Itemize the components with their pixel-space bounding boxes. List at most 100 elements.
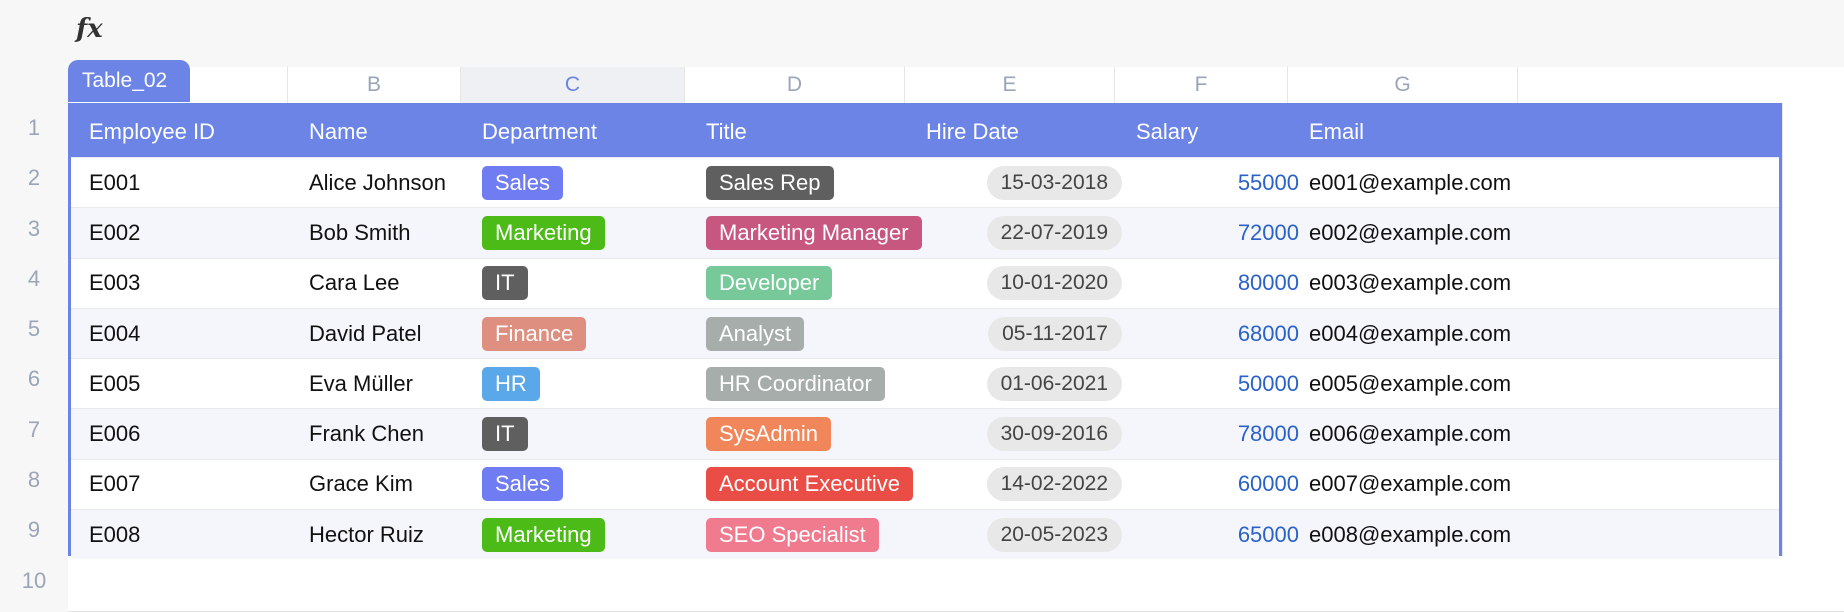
cell-salary[interactable]: 68000 [1136, 309, 1309, 358]
cell-department-tag: IT [482, 417, 528, 452]
cell-department-tag: Marketing [482, 215, 605, 250]
cell-name[interactable]: Cara Lee [309, 259, 482, 308]
row-header[interactable]: 10 [0, 556, 68, 606]
cell-email[interactable]: e007@example.com [1309, 460, 1541, 509]
row-header[interactable]: 1 [0, 103, 68, 153]
row-header[interactable]: 8 [0, 455, 68, 505]
cell-department[interactable]: Finance [482, 309, 706, 358]
cell-title[interactable]: Account Executive [706, 460, 926, 509]
header-cell-name[interactable]: Name [309, 106, 482, 157]
cell-employee-id[interactable]: E007 [89, 460, 309, 509]
cell-hire-date[interactable]: 22-07-2019 [926, 208, 1136, 257]
cell-title-tag: Analyst [706, 316, 805, 351]
cell-email[interactable]: e001@example.com [1309, 158, 1541, 207]
cell-employee-id[interactable]: E004 [89, 309, 309, 358]
table-body: E001 Alice Johnson Sales Sales Rep 15-03-201… [71, 157, 1779, 560]
cell-title-tag: HR Coordinator [706, 366, 885, 401]
cell-title[interactable]: Developer [706, 259, 926, 308]
cell-email[interactable]: e006@example.com [1309, 409, 1541, 458]
cell-department[interactable]: Sales [482, 158, 706, 207]
cell-salary[interactable]: 72000 [1136, 208, 1309, 257]
cell-department[interactable]: Marketing [482, 510, 706, 559]
cell-hire-date[interactable]: 14-02-2022 [926, 460, 1136, 509]
row-header[interactable]: 3 [0, 204, 68, 254]
cell-hire-date[interactable]: 05-11-2017 [926, 309, 1136, 358]
cell-salary[interactable]: 60000 [1136, 460, 1309, 509]
cell-department[interactable]: IT [482, 259, 706, 308]
cell-title[interactable]: HR Coordinator [706, 359, 926, 408]
cell-department[interactable]: Marketing [482, 208, 706, 257]
cell-salary[interactable]: 78000 [1136, 409, 1309, 458]
row-header[interactable]: 5 [0, 304, 68, 354]
column-header-e[interactable]: E [905, 67, 1115, 103]
header-cell-hire-date[interactable]: Hire Date [926, 106, 1136, 157]
row-header[interactable]: 4 [0, 254, 68, 304]
cell-title[interactable]: SysAdmin [706, 409, 926, 458]
column-header-f[interactable]: F [1115, 67, 1288, 103]
cell-title[interactable]: Sales Rep [706, 158, 926, 207]
cell-hire-date[interactable]: 30-09-2016 [926, 409, 1136, 458]
cell-employee-id[interactable]: E001 [89, 158, 309, 207]
cell-name[interactable]: Bob Smith [309, 208, 482, 257]
cell-department-tag: IT [482, 266, 528, 301]
cell-hire-date[interactable]: 01-06-2021 [926, 359, 1136, 408]
column-headers: A B C D E F G [68, 67, 1844, 104]
row-header[interactable]: 9 [0, 505, 68, 555]
cell-employee-id[interactable]: E003 [89, 259, 309, 308]
column-header-d[interactable]: D [685, 67, 905, 103]
data-table: Employee ID Name Department Title Hire D… [68, 103, 1782, 560]
cell-hire-date[interactable]: 10-01-2020 [926, 259, 1136, 308]
table-row: E006 Frank Chen IT SysAdmin 30-09-2016 78000 e… [71, 408, 1779, 459]
table-row: E004 David Patel Finance Analyst 05-11-2017 6… [71, 307, 1779, 359]
cell-department-tag: Sales [482, 467, 564, 502]
row-header[interactable]: 6 [0, 354, 68, 404]
cell-name[interactable]: David Patel [309, 309, 482, 358]
cell-salary[interactable]: 50000 [1136, 359, 1309, 408]
date-chip: 14-02-2022 [986, 467, 1122, 502]
cell-title-tag: Account Executive [706, 467, 913, 502]
cell-email[interactable]: e002@example.com [1309, 208, 1541, 257]
cell-name[interactable]: Grace Kim [309, 460, 482, 509]
cell-hire-date[interactable]: 15-03-2018 [926, 158, 1136, 207]
cell-title[interactable]: Analyst [706, 309, 926, 358]
row-header[interactable]: 2 [0, 153, 68, 203]
column-header-g[interactable]: G [1288, 67, 1518, 103]
cell-department[interactable]: Sales [482, 460, 706, 509]
header-cell-department[interactable]: Department [482, 106, 706, 157]
cell-title[interactable]: SEO Specialist [706, 510, 926, 559]
cell-hire-date[interactable]: 20-05-2023 [926, 510, 1136, 559]
cell-salary[interactable]: 80000 [1136, 259, 1309, 308]
column-header-c[interactable]: C [461, 67, 685, 103]
cell-name[interactable]: Hector Ruiz [309, 510, 482, 559]
table-row: E008 Hector Ruiz Marketing SEO Specialist 20… [71, 509, 1779, 560]
date-chip: 30-09-2016 [986, 417, 1122, 452]
cell-salary[interactable]: 65000 [1136, 510, 1309, 559]
fx-icon: fx [76, 14, 103, 44]
empty-column-area[interactable] [1782, 103, 1844, 556]
header-cell-employee-id[interactable]: Employee ID [89, 106, 309, 157]
cell-employee-id[interactable]: E005 [89, 359, 309, 408]
column-header-b[interactable]: B [288, 67, 461, 103]
cell-email[interactable]: e008@example.com [1309, 510, 1541, 559]
cell-employee-id[interactable]: E006 [89, 409, 309, 458]
cell-title[interactable]: Marketing Manager [706, 208, 926, 257]
cell-department[interactable]: IT [482, 409, 706, 458]
table-name-tab[interactable]: Table_02 [68, 60, 190, 102]
empty-row[interactable] [68, 556, 1844, 612]
cell-employee-id[interactable]: E008 [89, 510, 309, 559]
header-cell-email[interactable]: Email [1309, 106, 1541, 157]
cell-department[interactable]: HR [482, 359, 706, 408]
cell-email[interactable]: e003@example.com [1309, 259, 1541, 308]
cell-email[interactable]: e004@example.com [1309, 309, 1541, 358]
row-header[interactable]: 7 [0, 405, 68, 455]
cell-name[interactable]: Frank Chen [309, 409, 482, 458]
header-cell-salary[interactable]: Salary [1136, 106, 1309, 157]
header-cell-title[interactable]: Title [706, 106, 926, 157]
cell-email[interactable]: e005@example.com [1309, 359, 1541, 408]
cell-name[interactable]: Eva Müller [309, 359, 482, 408]
cell-salary[interactable]: 55000 [1136, 158, 1309, 207]
cell-name[interactable]: Alice Johnson [309, 158, 482, 207]
cell-employee-id[interactable]: E002 [89, 208, 309, 257]
formula-bar[interactable]: fx [0, 0, 1844, 60]
date-chip: 05-11-2017 [988, 316, 1122, 351]
